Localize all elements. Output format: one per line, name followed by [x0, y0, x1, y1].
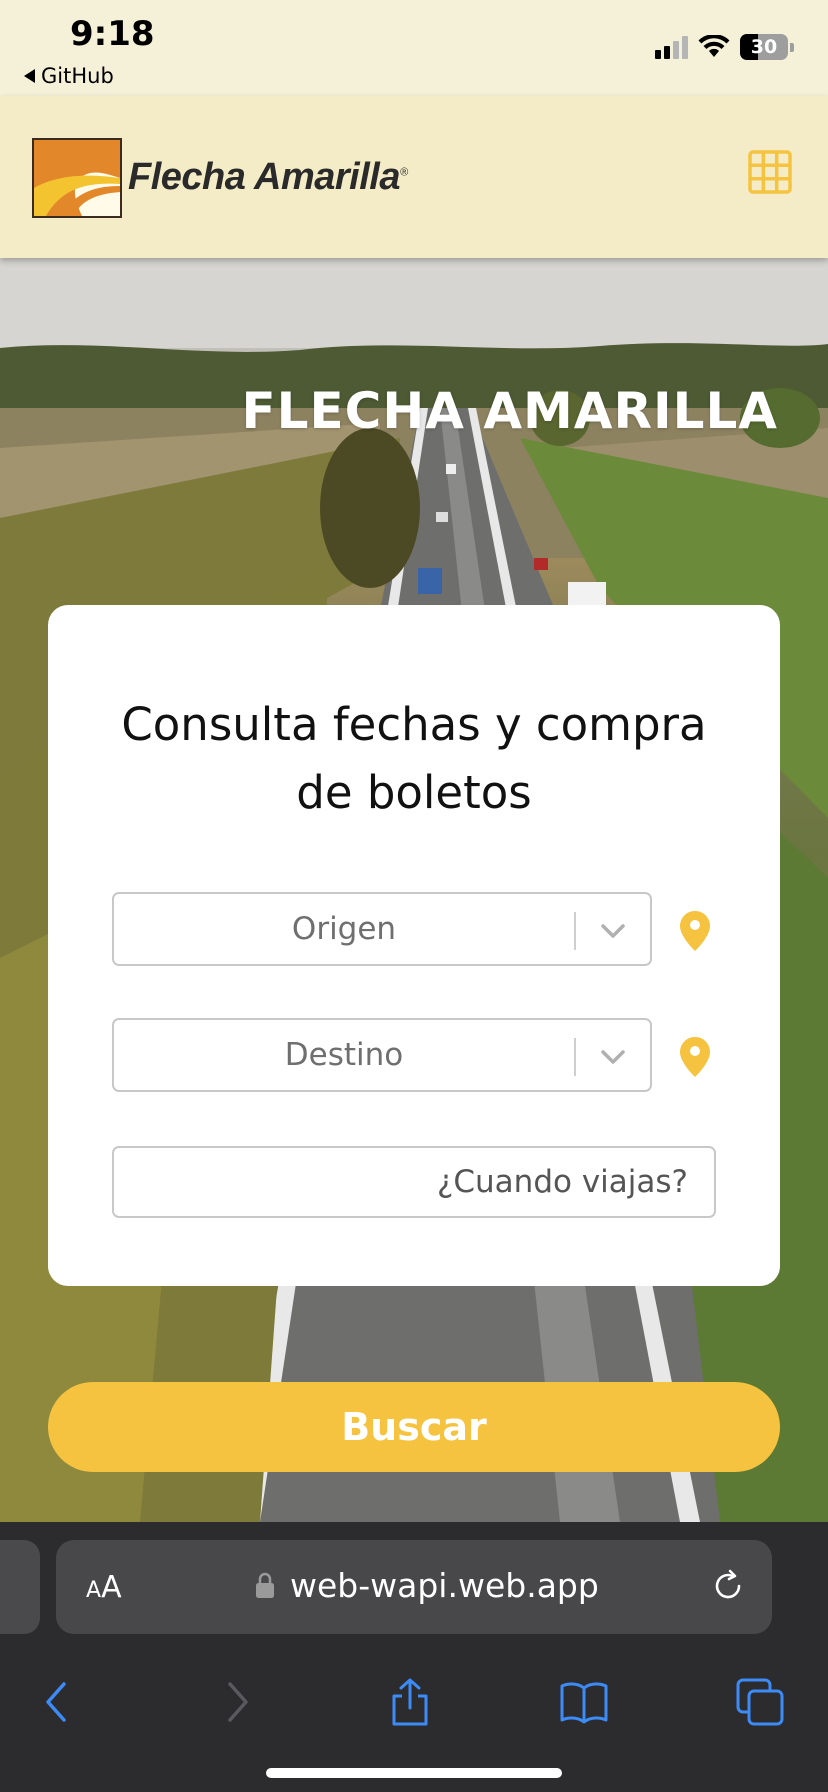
url-text: web-wapi.web.app — [290, 1566, 599, 1605]
chevron-down-icon[interactable] — [598, 916, 628, 946]
bookmarks-icon[interactable] — [560, 1678, 608, 1726]
hero-title: FLECHA AMARILLA — [241, 382, 778, 440]
browser-chrome: AA web-wapi.web.app — [0, 1522, 828, 1792]
site-header: Flecha Amarilla® — [0, 96, 828, 258]
signal-icon — [655, 35, 688, 59]
destination-select[interactable]: Destino — [112, 1018, 652, 1092]
text-size-button[interactable]: AA — [86, 1570, 122, 1605]
tabs-icon[interactable] — [736, 1678, 784, 1726]
share-icon[interactable] — [386, 1678, 434, 1726]
home-indicator[interactable] — [266, 1768, 562, 1778]
forward-icon[interactable] — [212, 1678, 260, 1726]
select-divider — [574, 1038, 576, 1076]
status-bar: 9:18 GitHub 30 — [0, 0, 828, 96]
select-divider — [574, 912, 576, 950]
text-size-big-a: A — [101, 1570, 122, 1605]
brand-name: Flecha Amarilla — [128, 156, 401, 198]
destination-location-pin-icon[interactable] — [680, 1037, 710, 1077]
travel-date-input[interactable]: ¿Cuando viajas? — [112, 1146, 716, 1218]
flecha-amarilla-logo-icon — [32, 138, 122, 218]
previous-tab-preview[interactable] — [0, 1540, 40, 1634]
destination-placeholder: Destino — [284, 1037, 404, 1073]
back-icon[interactable] — [34, 1678, 82, 1726]
back-to-app-label: GitHub — [41, 64, 114, 88]
text-size-small-a: A — [86, 1578, 102, 1603]
lock-icon — [256, 1572, 274, 1598]
search-card: Consulta fechas y compra de boletos Orig… — [48, 605, 780, 1286]
address-bar[interactable]: AA web-wapi.web.app — [56, 1540, 772, 1634]
search-button[interactable]: Buscar — [48, 1382, 780, 1472]
back-to-app-link[interactable]: GitHub — [24, 64, 114, 88]
travel-date-placeholder: ¿Cuando viajas? — [436, 1164, 688, 1200]
reload-icon[interactable] — [710, 1568, 746, 1604]
search-card-title: Consulta fechas y compra de boletos — [121, 698, 707, 819]
chevron-down-icon[interactable] — [598, 1042, 628, 1072]
registered-mark: ® — [400, 166, 408, 179]
status-icons: 30 — [655, 34, 794, 60]
brand-logo-text[interactable]: Flecha Amarilla® — [128, 156, 408, 199]
grid-icon[interactable] — [748, 150, 792, 194]
battery-percent: 30 — [750, 36, 778, 58]
origin-placeholder: Origen — [291, 911, 397, 947]
origin-location-pin-icon[interactable] — [680, 911, 710, 951]
back-triangle-icon — [24, 69, 35, 83]
wifi-icon — [698, 35, 730, 57]
status-time: 9:18 — [70, 14, 155, 54]
battery-icon: 30 — [740, 34, 788, 60]
origin-select[interactable]: Origen — [112, 892, 652, 966]
